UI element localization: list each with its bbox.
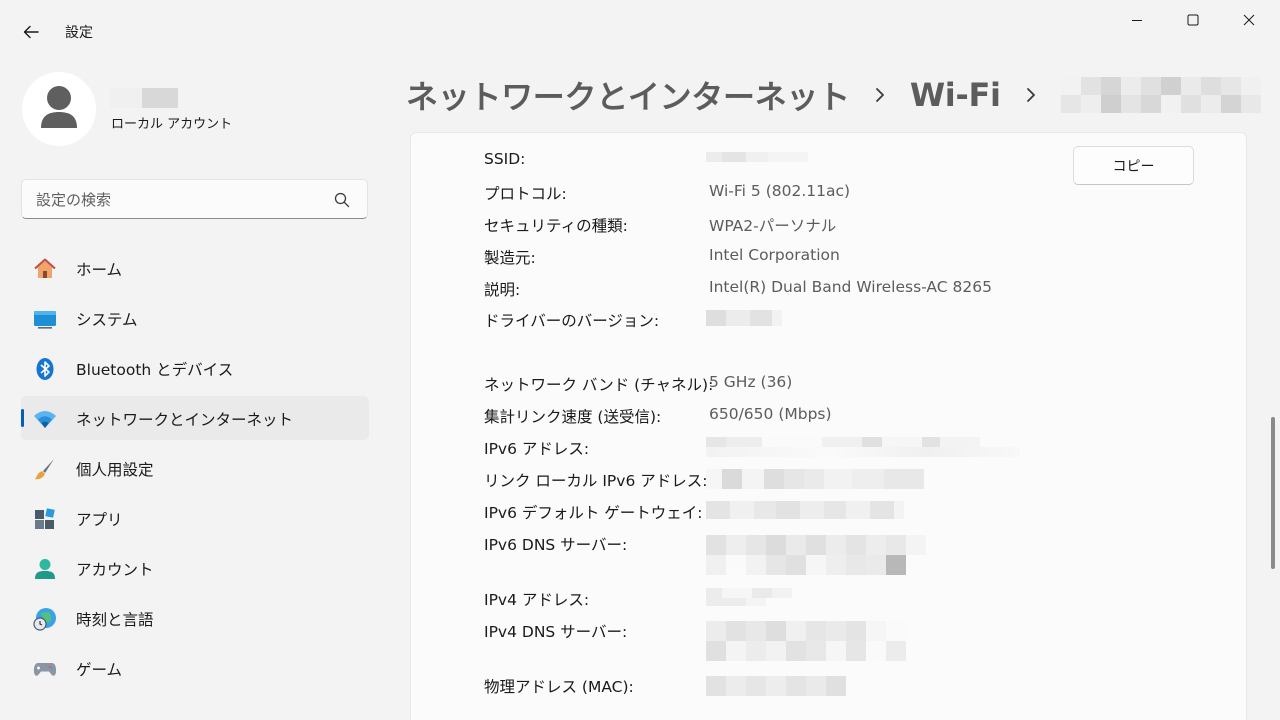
- close-button[interactable]: [1221, 0, 1277, 40]
- property-row-protocol: プロトコル: Wi-Fi 5 (802.11ac): [484, 182, 1204, 206]
- app-title: 設定: [65, 25, 93, 41]
- description-label: 説明:: [484, 281, 521, 299]
- chevron-right-icon: [1023, 84, 1039, 106]
- system-icon: [34, 311, 56, 329]
- driver-version-label: ドライバーのバージョン:: [484, 312, 660, 330]
- wifi-icon: [34, 411, 56, 428]
- link-local-ipv6-label: リンク ローカル IPv6 アドレス:: [484, 472, 708, 490]
- home-icon: [34, 258, 56, 278]
- sidebar-item-label: ネットワークとインターネット: [76, 411, 294, 429]
- property-row-description: 説明: Intel(R) Dual Band Wireless-AC 8265: [484, 278, 1204, 302]
- bluetooth-icon: [36, 358, 54, 380]
- breadcrumb-item-wifi[interactable]: Wi-Fi: [910, 76, 1001, 114]
- sidebar-item-apps[interactable]: アプリ: [21, 496, 369, 540]
- sidebar-item-personalization[interactable]: 個人用設定: [21, 446, 369, 490]
- account-type-label: ローカル アカウント: [111, 117, 233, 132]
- sidebar-item-label: アプリ: [76, 511, 123, 529]
- ipv4-dns-label: IPv4 DNS サーバー:: [484, 623, 628, 641]
- search-icon[interactable]: [333, 191, 351, 209]
- sidebar-item-network[interactable]: ネットワークとインターネット: [21, 396, 369, 440]
- maximize-icon: [1187, 14, 1199, 26]
- ipv6-gateway-value-redacted: [706, 501, 904, 519]
- scrollbar-thumb[interactable]: [1271, 417, 1275, 569]
- minimize-button[interactable]: [1109, 0, 1165, 40]
- brush-icon: [35, 459, 54, 480]
- sidebar-item-bluetooth[interactable]: Bluetooth とデバイス: [21, 346, 369, 390]
- breadcrumb-item-network[interactable]: ネットワークとインターネット: [406, 72, 850, 118]
- sidebar-item-time-language[interactable]: 時刻と言語: [21, 596, 369, 640]
- profile-name-redacted: [110, 88, 178, 108]
- breadcrumb: ネットワークとインターネット Wi-Fi: [406, 72, 1271, 118]
- property-row-link-speed: 集計リンク速度 (送受信): 650/650 (Mbps): [484, 405, 1204, 429]
- sidebar-item-label: Bluetooth とデバイス: [76, 361, 234, 379]
- sidebar-item-home[interactable]: ホーム: [21, 246, 369, 290]
- sidebar-item-accounts[interactable]: アカウント: [21, 546, 369, 590]
- manufacturer-value: Intel Corporation: [709, 246, 840, 264]
- sidebar-item-label: 時刻と言語: [76, 611, 154, 629]
- mac-label: 物理アドレス (MAC):: [484, 678, 634, 696]
- protocol-label: プロトコル:: [484, 185, 567, 203]
- user-icon: [41, 86, 77, 128]
- ssid-label: SSID:: [484, 150, 526, 168]
- description-value: Intel(R) Dual Band Wireless-AC 8265: [709, 278, 992, 296]
- sidebar-item-label: ホーム: [76, 261, 123, 279]
- globe-clock-icon: [33, 608, 56, 631]
- property-row-ipv6-gateway: IPv6 デフォルト ゲートウェイ:: [484, 501, 1204, 525]
- ipv4-label: IPv4 アドレス:: [484, 591, 590, 609]
- maximize-button[interactable]: [1165, 0, 1221, 40]
- property-row-driver-version: ドライバーのバージョン:: [484, 309, 1204, 333]
- sidebar-item-gaming[interactable]: ゲーム: [21, 646, 369, 690]
- security-label: セキュリティの種類:: [484, 217, 628, 235]
- property-row-ipv6-dns: IPv6 DNS サーバー:: [484, 533, 1204, 575]
- property-row-security: セキュリティの種類: WPA2-パーソナル: [484, 214, 1204, 238]
- close-icon: [1243, 14, 1255, 26]
- band-value: 5 GHz (36): [709, 373, 793, 391]
- manufacturer-label: 製造元:: [484, 249, 536, 267]
- property-row-band: ネットワーク バンド (チャネル): 5 GHz (36): [484, 373, 1204, 397]
- ssid-value-redacted: [706, 152, 808, 162]
- gamepad-icon: [33, 663, 57, 676]
- property-row-ipv4-dns: IPv4 DNS サーバー:: [484, 620, 1204, 661]
- ipv6-dns-value-redacted: [706, 535, 928, 575]
- search-input[interactable]: [36, 189, 326, 211]
- breadcrumb-item-network-name-redacted: [1060, 77, 1271, 113]
- title-bar: 設定: [0, 0, 1280, 64]
- ipv4-value-redacted: [706, 588, 806, 606]
- property-row-link-local-ipv6: リンク ローカル IPv6 アドレス:: [484, 469, 1204, 493]
- link-local-ipv6-value-redacted: [706, 469, 924, 489]
- minimize-icon: [1132, 20, 1142, 21]
- ipv6-gateway-label: IPv6 デフォルト ゲートウェイ:: [484, 504, 703, 522]
- link-speed-value: 650/650 (Mbps): [709, 405, 832, 423]
- driver-version-value-redacted: [706, 310, 782, 326]
- sidebar-item-label: 個人用設定: [76, 461, 154, 479]
- property-row-ssid: SSID:: [484, 150, 1204, 174]
- avatar[interactable]: [22, 72, 96, 146]
- ipv4-dns-value-redacted: [706, 621, 906, 661]
- ipv6-value-redacted: [706, 437, 1204, 457]
- property-row-ipv4: IPv4 アドレス:: [484, 588, 1204, 612]
- sidebar-item-label: アカウント: [76, 561, 154, 579]
- chevron-right-icon: [872, 84, 888, 106]
- link-speed-label: 集計リンク速度 (送受信):: [484, 408, 662, 426]
- property-row-ipv6: IPv6 アドレス:: [484, 437, 1204, 461]
- mac-value-redacted: [706, 676, 846, 696]
- ipv6-label: IPv6 アドレス:: [484, 440, 590, 458]
- property-row-manufacturer: 製造元: Intel Corporation: [484, 246, 1204, 270]
- protocol-value: Wi-Fi 5 (802.11ac): [709, 182, 851, 200]
- sidebar-nav: ホーム システム Bluetooth とデバイス ネットワークとインターネット …: [21, 246, 369, 696]
- wifi-properties-card: コピー SSID: プロトコル: Wi-Fi 5 (802.11ac) セキュリ…: [410, 132, 1247, 720]
- sidebar-item-system[interactable]: システム: [21, 296, 369, 340]
- back-button[interactable]: [14, 18, 48, 46]
- ipv6-dns-label: IPv6 DNS サーバー:: [484, 536, 628, 554]
- security-value: WPA2-パーソナル: [709, 217, 837, 235]
- sidebar-item-label: システム: [76, 311, 138, 329]
- arrow-left-icon: [23, 25, 39, 39]
- apps-icon: [35, 508, 55, 529]
- sidebar-item-label: ゲーム: [76, 661, 123, 679]
- account-icon: [35, 559, 55, 579]
- settings-search[interactable]: [21, 179, 368, 219]
- band-label: ネットワーク バンド (チャネル):: [484, 376, 714, 394]
- property-row-mac: 物理アドレス (MAC):: [484, 675, 1204, 699]
